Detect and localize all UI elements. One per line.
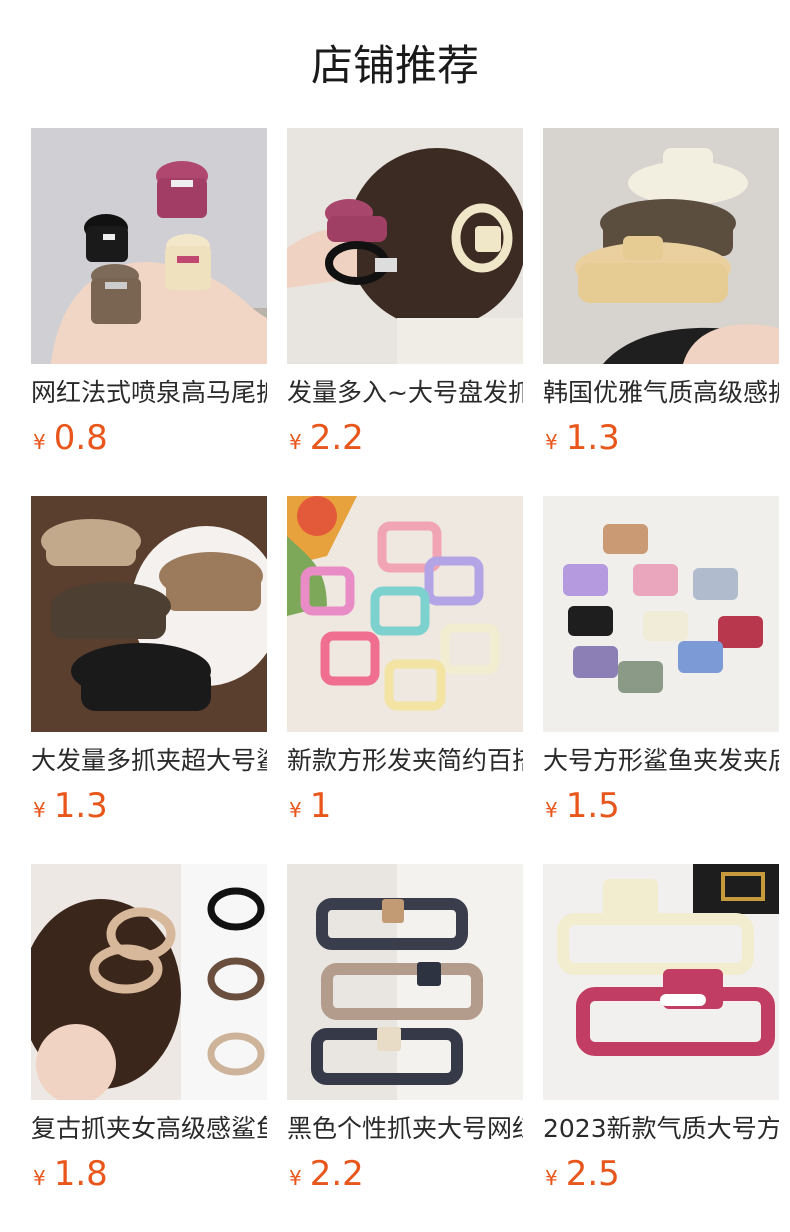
product-image[interactable] <box>31 128 267 364</box>
currency-symbol: ¥ <box>545 1166 558 1190</box>
product-price: ¥1.3 <box>545 418 620 458</box>
price-value: 2.5 <box>565 1154 620 1194</box>
currency-symbol: ¥ <box>545 430 558 454</box>
price-value: 1.3 <box>565 418 620 458</box>
hair-claw-clip-image <box>31 864 267 1100</box>
product-name[interactable]: 新款方形发夹简约百搭 <box>287 744 523 778</box>
section-title: 店铺推荐 <box>310 41 479 90</box>
product-image[interactable] <box>287 496 523 732</box>
product-name[interactable]: 复古抓夹女高级感鲨鱼夹 <box>31 1112 267 1146</box>
product-price: ¥2.2 <box>289 418 364 458</box>
product-name[interactable]: 大发量多抓夹超大号鲨鱼夹 <box>31 744 267 778</box>
product-image[interactable] <box>543 128 779 364</box>
product-image[interactable] <box>287 128 523 364</box>
product-image[interactable] <box>31 496 267 732</box>
product-name[interactable]: 黑色个性抓夹大号网红 <box>287 1112 523 1146</box>
hair-claw-clip-image <box>543 496 779 732</box>
product-price: ¥0.8 <box>33 418 108 458</box>
currency-symbol: ¥ <box>33 1166 46 1190</box>
product-name[interactable]: 韩国优雅气质高级感抓夹 <box>543 376 779 410</box>
currency-symbol: ¥ <box>33 798 46 822</box>
currency-symbol: ¥ <box>289 430 302 454</box>
price-value: 1.5 <box>565 786 620 826</box>
price-value: 2.2 <box>309 418 364 458</box>
currency-symbol: ¥ <box>545 798 558 822</box>
hair-claw-clip-image <box>31 496 267 732</box>
product-price: ¥2.5 <box>545 1154 620 1194</box>
product-name[interactable]: 网红法式喷泉高马尾抓夹 <box>31 376 267 410</box>
product-image[interactable] <box>31 864 267 1100</box>
hair-claw-clip-image <box>287 128 523 364</box>
hair-claw-clip-image <box>543 864 779 1100</box>
product-image[interactable] <box>543 864 779 1100</box>
product-image[interactable] <box>287 864 523 1100</box>
price-value: 0.8 <box>53 418 108 458</box>
product-price: ¥1.3 <box>33 786 108 826</box>
price-value: 1.8 <box>53 1154 108 1194</box>
price-value: 1.3 <box>53 786 108 826</box>
hair-claw-clip-image <box>543 128 779 364</box>
product-image[interactable] <box>543 496 779 732</box>
product-name[interactable]: 大号方形鲨鱼夹发夹后脑勺 <box>543 744 779 778</box>
hair-claw-clip-image <box>31 128 267 364</box>
product-name[interactable]: 发量多入~大号盘发抓夹 <box>287 376 523 410</box>
product-name[interactable]: 2023新款气质大号方形抓夹 <box>543 1112 779 1146</box>
currency-symbol: ¥ <box>289 1166 302 1190</box>
price-value: 1 <box>309 786 332 826</box>
product-price: ¥1 <box>289 786 331 826</box>
currency-symbol: ¥ <box>33 430 46 454</box>
hair-claw-clip-image <box>287 496 523 732</box>
hair-claw-clip-image <box>287 864 523 1100</box>
product-price: ¥1.5 <box>545 786 620 826</box>
price-value: 2.2 <box>309 1154 364 1194</box>
product-price: ¥2.2 <box>289 1154 364 1194</box>
currency-symbol: ¥ <box>289 798 302 822</box>
product-price: ¥1.8 <box>33 1154 108 1194</box>
